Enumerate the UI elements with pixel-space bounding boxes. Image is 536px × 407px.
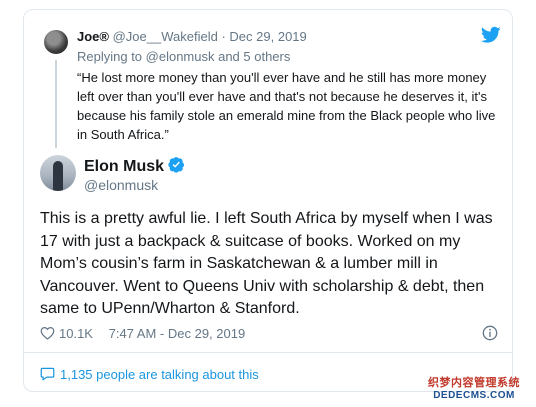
reply-author-handle[interactable]: @Joe__Wakefield — [113, 29, 218, 44]
reply-author-name[interactable]: Joe® — [77, 29, 109, 44]
site-watermark: 织梦内容管理系统 DEDECMS.COM — [415, 374, 533, 401]
divider — [24, 352, 512, 353]
verified-badge-icon — [168, 157, 185, 173]
twitter-bird-icon[interactable] — [481, 26, 501, 44]
reply-separator: · — [221, 29, 226, 44]
replying-to-label[interactable]: Replying to @elonmusk and 5 others — [77, 49, 290, 64]
conversation-link-text[interactable]: 1,135 people are talking about this — [60, 367, 259, 382]
quoted-reply[interactable]: Joe® @Joe__Wakefield · Dec 29, 2019 Repl… — [24, 10, 512, 150]
reply-header: Joe® @Joe__Wakefield · Dec 29, 2019 — [77, 29, 307, 44]
conversation-link[interactable]: 1,135 people are talking about this — [40, 367, 259, 382]
author-avatar[interactable] — [40, 155, 76, 191]
reply-avatar[interactable] — [44, 30, 68, 54]
info-icon[interactable] — [482, 325, 498, 341]
embedded-tweet-card: Joe® @Joe__Wakefield · Dec 29, 2019 Repl… — [23, 9, 513, 392]
author-name[interactable]: Elon Musk — [84, 158, 164, 175]
watermark-line-1: 织梦内容管理系统 — [428, 377, 520, 389]
author-handle[interactable]: @elonmusk — [84, 177, 158, 193]
reply-text: “He lost more money than you'll ever hav… — [77, 70, 496, 142]
heart-icon[interactable] — [40, 326, 55, 340]
thread-line — [55, 60, 57, 148]
reply-date[interactable]: Dec 29, 2019 — [229, 29, 306, 44]
author-name-row[interactable]: Elon Musk — [84, 156, 185, 176]
tweet-timestamp[interactable]: 7:47 AM - Dec 29, 2019 — [109, 326, 246, 341]
watermark-line-2: DEDECMS.COM — [433, 390, 515, 401]
tweet-meta: 10.1K 7:47 AM - Dec 29, 2019 — [40, 326, 245, 341]
speech-bubble-icon — [40, 367, 55, 381]
tweet-text: This is a pretty awful lie. I left South… — [40, 210, 493, 317]
like-count[interactable]: 10.1K — [59, 326, 93, 341]
